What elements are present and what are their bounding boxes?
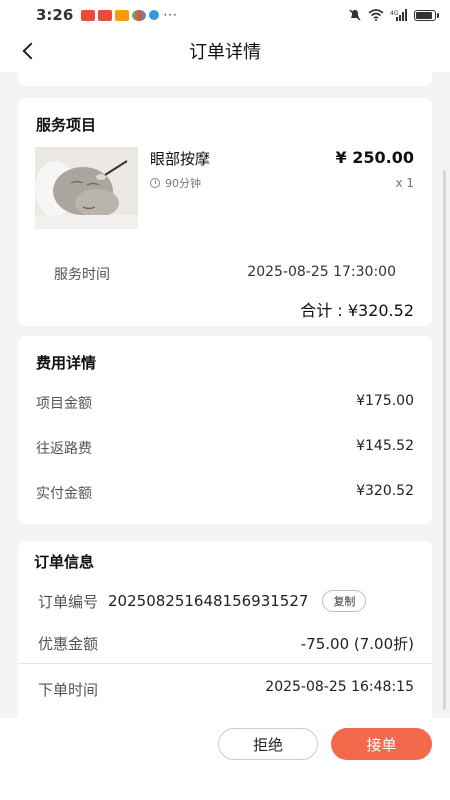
service-time-value: 2025-08-25 17:30:00 [247,264,396,280]
bottom-action-bar: 拒绝 接单 [0,718,450,800]
status-time: 3:26 [36,6,74,24]
fee-label: 项目金额 [36,396,92,412]
order-number: 订单编号 202508251648156931527 复制 [38,590,367,612]
service-quantity: x 1 [395,176,414,190]
app-notification-icon [81,9,96,21]
more-notifications-icon: ··· [163,8,178,22]
order-time-value: 2025-08-25 16:48:15 [265,679,414,695]
accept-button[interactable]: 接单 [331,728,432,760]
service-time-label: 服务时间 [54,267,110,283]
discount-value: -75.00 (7.00折) [300,635,414,653]
discount-row: 优惠金额 -75.00 (7.00折) [38,633,414,654]
status-icons: 4G [348,8,439,22]
app-notification-icon [149,10,160,20]
order-section-title: 订单信息 [34,553,95,571]
fee-row: 项目金额 ¥175.00 [36,393,414,413]
wifi-icon [368,9,384,21]
fee-row: 往返路费 ¥145.52 [36,438,414,458]
divider [18,663,432,664]
service-card: 服务项目 眼部按摩 ¥ 250.00 90分钟 x 1 服务时间 2025-08… [18,98,432,326]
fee-section-title: 费用详情 [36,354,97,372]
service-thumbnail [35,147,138,229]
discount-label: 优惠金额 [38,635,99,653]
service-duration-text: 90分钟 [165,177,201,190]
fee-row: 实付金额 ¥320.52 [36,483,414,503]
order-number-value: 202508251648156931527 [108,592,309,610]
header: 订单详情 [0,30,450,72]
notification-icons [81,9,160,21]
fee-card: 费用详情 项目金额 ¥175.00 往返路费 ¥145.52 实付金额 ¥320… [18,336,432,524]
fee-value: ¥320.52 [356,483,414,499]
order-number-label: 订单编号 [38,592,99,611]
fee-value: ¥175.00 [356,393,414,409]
service-section-title: 服务项目 [36,116,97,134]
order-time-row: 下单时间 2025-08-25 16:48:15 [38,679,414,700]
back-button[interactable] [14,36,42,66]
signal-icon: 4G [390,9,407,21]
battery-icon [414,9,439,21]
clock-icon [150,178,160,188]
service-duration: 90分钟 [150,175,201,191]
svg-text:4G: 4G [390,10,399,17]
status-bar: 3:26 ··· 4G [0,0,450,30]
reject-button[interactable]: 拒绝 [218,728,318,760]
scrollbar[interactable] [443,170,446,710]
previous-card-edge [18,72,432,86]
fee-label: 往返路费 [36,441,92,457]
app-notification-icon [115,9,130,21]
service-name: 眼部按摩 [150,150,211,168]
service-image [35,147,138,229]
mute-icon [349,9,361,21]
app-notification-icon [98,9,113,21]
chevron-left-icon [22,42,40,60]
order-number-row: 订单编号 202508251648156931527 复制 [38,590,414,612]
page-title: 订单详情 [189,42,261,63]
order-time-label: 下单时间 [38,681,99,699]
order-info-card: 订单信息 订单编号 202508251648156931527 复制 优惠金额 … [18,541,432,721]
copy-button[interactable]: 复制 [322,590,367,612]
fee-label: 实付金额 [36,486,92,502]
fee-value: ¥145.52 [356,438,414,454]
service-price: ¥ 250.00 [335,148,414,167]
service-total: 合计 : ¥320.52 [300,301,414,320]
app-notification-icon [132,9,147,21]
